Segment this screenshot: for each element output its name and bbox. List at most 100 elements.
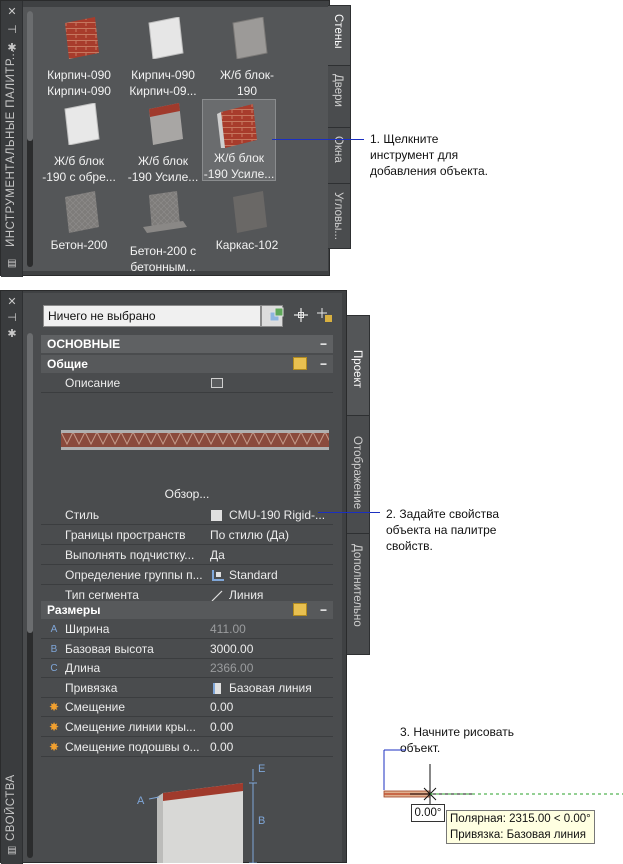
callout-2-line [318, 512, 380, 513]
tool-concrete-200-footing[interactable]: Бетон-200 с бетонным... [123, 187, 203, 274]
group-options-icon[interactable] [293, 603, 307, 616]
section-basic-label: ОСНОВНЫЕ [47, 337, 121, 351]
property-name: Смещение [65, 700, 126, 714]
properties-title-strip: ✕ ⊣ ✱ СВОЙСТВА ▤ [1, 291, 23, 864]
property-row-base-height[interactable]: B Базовая высота 3000.00 [41, 640, 333, 659]
tool-palette-scrollbar[interactable] [27, 11, 33, 267]
section-basic[interactable]: ОСНОВНЫЕ − [41, 335, 333, 353]
property-name: Определение группы п... [65, 568, 203, 582]
property-row-roof-offset[interactable]: ✸ Смещение линии кры... 0.00 [41, 718, 333, 737]
drawing-area[interactable] [376, 744, 623, 804]
property-value: Базовая линия [229, 681, 312, 695]
collapse-icon[interactable]: − [320, 601, 327, 619]
tool-cmu-190[interactable]: Ж/б блок- 190 [207, 15, 287, 98]
properties-tabs: Проект Отображение Дополнительно [347, 291, 370, 864]
callout-text-line: 3. Начните рисовать [400, 725, 514, 739]
tool-label-line1: Ж/б блок- [219, 68, 274, 82]
property-row-justify[interactable]: Привязка Базовая линия [41, 679, 333, 698]
select-objects-icon[interactable] [269, 307, 285, 323]
collapse-icon[interactable]: − [320, 335, 327, 353]
property-row-space-bounding[interactable]: Границы пространств По стилю (Да) [41, 526, 333, 545]
settings-icon[interactable]: ✱ [5, 327, 19, 341]
property-row-offset[interactable]: ✸ Смещение 0.00 [41, 698, 333, 717]
properties-scrollbar[interactable] [27, 333, 33, 858]
tool-frame-102[interactable]: Каркас-102 [207, 187, 287, 267]
palette-title-strip: ✕ ⊣ ✱ ИНСТРУМЕНТАЛЬНЫЕ ПАЛИТР... ▤ [1, 1, 23, 277]
callout-step1: 1. Щелкните инструмент для добавления об… [370, 131, 620, 179]
group-dimensions[interactable]: Размеры − [41, 601, 333, 619]
tool-label-line1: Каркас-102 [215, 238, 279, 252]
property-row-cleanup-group[interactable]: Определение группы п... Standard [41, 566, 333, 585]
selection-combo[interactable]: Ничего не выбрано [43, 305, 261, 327]
property-name: Описание [65, 376, 121, 390]
tool-cmu-190-faced[interactable]: Ж/б блок -190 с обре... [39, 101, 119, 184]
offset-icon: ✸ [48, 720, 60, 734]
property-value: 3000.00 [210, 642, 254, 656]
gray-wall-icon [232, 17, 268, 59]
description-edit-icon[interactable] [211, 378, 223, 388]
close-icon[interactable]: ✕ [5, 5, 19, 19]
tab-extended[interactable]: Дополнительно [347, 533, 370, 655]
dark-wall-icon [233, 191, 267, 233]
tab-walls[interactable]: Стены [328, 5, 351, 67]
auto-hide-icon[interactable]: ⊣ [5, 23, 19, 37]
tool-brick-090-b[interactable]: Кирпич-090 Кирпич-09... [123, 15, 203, 98]
palette-properties-icon[interactable]: ▤ [5, 257, 19, 271]
diagram-label-b: B [258, 815, 266, 827]
tab-corner[interactable]: Угловы... [328, 183, 351, 249]
tool-brick-090-a[interactable]: Кирпич-090 Кирпич-090 [39, 15, 119, 98]
property-value: 0.00 [210, 740, 234, 754]
offset-icon: ✸ [48, 740, 60, 754]
property-name: Ширина [65, 622, 110, 636]
dimension-letter: C [50, 663, 58, 674]
tool-cmu-190-reinforced-b[interactable]: Ж/б блок -190 Усиле... [202, 99, 276, 181]
property-name: Привязка [65, 681, 118, 695]
tab-design[interactable]: Проект [347, 315, 370, 417]
browse-link[interactable]: Обзор... [41, 487, 333, 501]
tool-label-line1: Ж/б блок [137, 154, 188, 168]
group-definition-icon [212, 570, 224, 581]
callout-text-line: инструмент для [370, 148, 459, 162]
scrollbar-thumb[interactable] [27, 11, 33, 141]
callout-1-line [272, 139, 364, 140]
tool-concrete-200[interactable]: Бетон-200 [39, 187, 119, 267]
property-row-length[interactable]: C Длина 2366.00 [41, 659, 333, 678]
property-row-style[interactable]: Стиль CMU-190 Rigid-... [41, 506, 333, 525]
tab-display[interactable]: Отображение [347, 415, 370, 535]
group-general-label: Общие [47, 357, 88, 371]
property-row-description[interactable]: Описание [41, 374, 333, 393]
scrollbar-thumb[interactable] [27, 333, 33, 633]
group-general[interactable]: Общие − [41, 355, 333, 373]
dimension-diagram: B E A [113, 763, 293, 863]
quick-select-icon[interactable] [317, 307, 333, 323]
tool-label-line2: -190 Усиле... [127, 170, 199, 184]
property-value: Standard [229, 568, 278, 582]
group-options-icon[interactable] [293, 357, 307, 370]
angle-input[interactable]: 0.00° [411, 804, 445, 822]
dimension-letter: B [50, 644, 58, 655]
tab-doors[interactable]: Двери [328, 65, 351, 129]
pick-point-icon[interactable] [293, 307, 309, 323]
property-value: 0.00 [210, 700, 234, 714]
tool-palette: ✕ ⊣ ✱ ИНСТРУМЕНТАЛЬНЫЕ ПАЛИТР... ▤ Кирпи… [0, 0, 351, 277]
property-row-floor-offset[interactable]: ✸ Смещение подошвы о... 0.00 [41, 738, 333, 757]
diagram-label-a: A [137, 795, 145, 807]
property-row-cleanup[interactable]: Выполнять подчистку... Да [41, 546, 333, 565]
property-value: 0.00 [210, 720, 234, 734]
white-wall-icon [64, 103, 100, 145]
justify-icon [213, 683, 221, 694]
tool-label-line1: Ж/б блок [53, 154, 104, 168]
property-row-width[interactable]: A Ширина 411.00 [41, 620, 333, 639]
collapse-icon[interactable]: − [320, 355, 327, 373]
palette-properties-icon[interactable]: ▤ [5, 844, 19, 858]
callout-text-line: добавления объекта. [370, 164, 488, 178]
tool-label-line1: Кирпич-090 [131, 68, 195, 82]
auto-hide-icon[interactable]: ⊣ [5, 311, 19, 325]
concrete-wall-icon [143, 191, 187, 233]
close-icon[interactable]: ✕ [5, 295, 19, 309]
tool-cmu-190-reinforced-a[interactable]: Ж/б блок -190 Усиле... [123, 101, 203, 184]
tool-label-line1: Бетон-200 [50, 238, 108, 252]
tab-windows[interactable]: Окна [328, 127, 351, 185]
white-wall-icon [148, 17, 184, 59]
dimension-letter: A [50, 624, 58, 635]
